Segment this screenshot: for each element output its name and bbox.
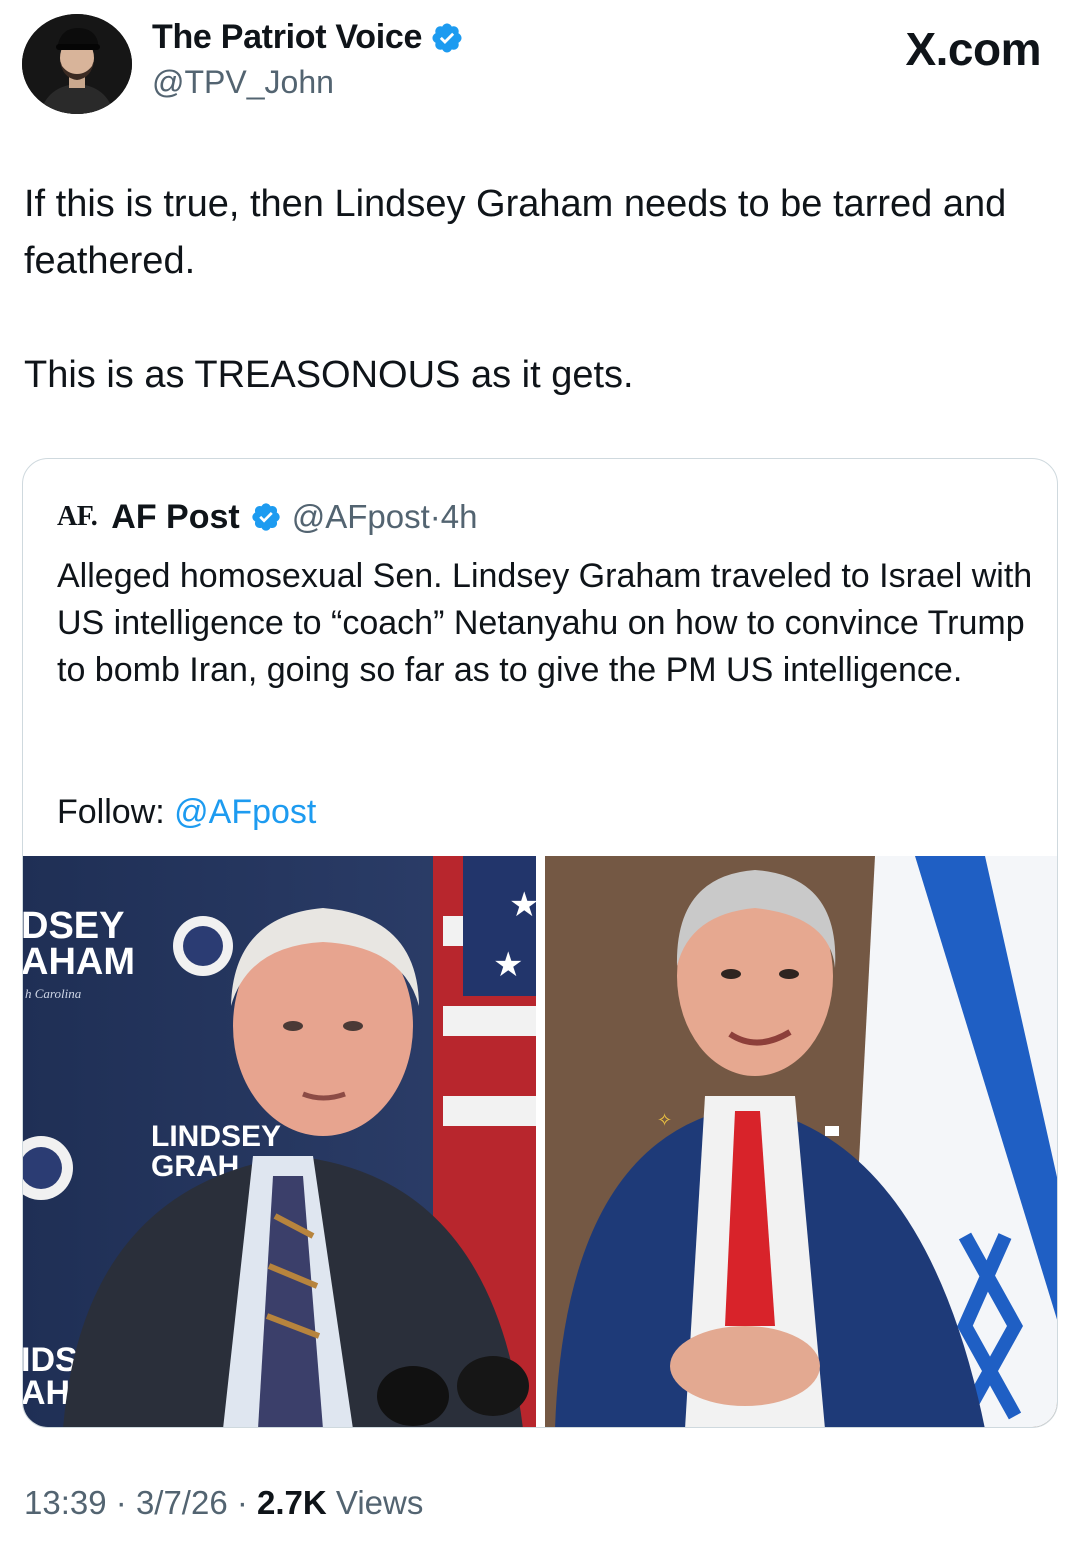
post-text-paragraph: This is as TREASONOUS as it gets. — [24, 354, 634, 396]
post-text-paragraph: If this is true, then Lindsey Graham nee… — [24, 183, 1007, 282]
svg-text:✧: ✧ — [657, 1110, 672, 1131]
quoted-author-handle-time[interactable]: @AFpost·4h — [292, 498, 478, 536]
author-avatar[interactable] — [22, 14, 132, 114]
verified-badge-icon — [432, 22, 462, 53]
meta-separator: · — [115, 1484, 127, 1521]
author-display-name-row[interactable]: The Patriot Voice — [152, 18, 464, 57]
quoted-post-follow-line: Follow: @AFpost — [57, 789, 316, 836]
post-header: The Patriot Voice @TPV_John X.com — [0, 0, 1079, 130]
views-count: 2.7K — [257, 1484, 327, 1521]
follow-label: Follow: — [57, 793, 175, 831]
x-com-brand-label: X.com — [905, 23, 1041, 75]
media-photo-left[interactable]: ★ ★ DSEY AHAM h Carolina LINDSEY GRAH ID… — [23, 856, 536, 1427]
backdrop-text: LINDSEY — [151, 1120, 281, 1153]
views-label: Views — [335, 1484, 424, 1521]
backdrop-text: AH — [23, 1374, 70, 1412]
af-post-logo: AF. — [57, 501, 98, 532]
tweet-screenshot: The Patriot Voice @TPV_John X.com If thi… — [0, 0, 1079, 1544]
quoted-post-media: ★ ★ DSEY AHAM h Carolina LINDSEY GRAH ID… — [23, 856, 1057, 1427]
senator-photo-icon: ★ ★ DSEY AHAM h Carolina LINDSEY GRAH ID… — [23, 856, 536, 1427]
backdrop-text: AHAM — [23, 941, 135, 983]
svg-text:★: ★ — [493, 945, 523, 985]
leader-photo-icon: ✧ — [545, 856, 1057, 1427]
quoted-post-card[interactable]: AF. AF Post @AFpost·4h Alleged homosexua… — [22, 458, 1058, 1428]
post-meta: 13:39 · 3/7/26 · 2.7K Views — [24, 1484, 423, 1522]
verified-badge-icon — [252, 503, 280, 531]
post-text: If this is true, then Lindsey Graham nee… — [24, 176, 1054, 404]
quoted-post-text: Alleged homosexual Sen. Lindsey Graham t… — [57, 557, 1033, 689]
post-time[interactable]: 13:39 — [24, 1484, 107, 1521]
media-photo-right[interactable]: ✧ — [545, 856, 1057, 1427]
quoted-author-name[interactable]: AF Post — [111, 498, 239, 537]
author-handle[interactable]: @TPV_John — [152, 64, 334, 101]
meta-separator: · — [236, 1484, 248, 1521]
backdrop-text: h Carolina — [25, 986, 82, 1001]
svg-text:★: ★ — [509, 885, 536, 925]
quoted-post-header: AF. AF Post @AFpost·4h — [57, 495, 477, 539]
author-display-name[interactable]: The Patriot Voice — [152, 18, 422, 57]
post-date[interactable]: 3/7/26 — [136, 1484, 228, 1521]
follow-mention-link[interactable]: @AFpost — [174, 793, 316, 831]
avatar-photo-icon — [22, 14, 132, 114]
